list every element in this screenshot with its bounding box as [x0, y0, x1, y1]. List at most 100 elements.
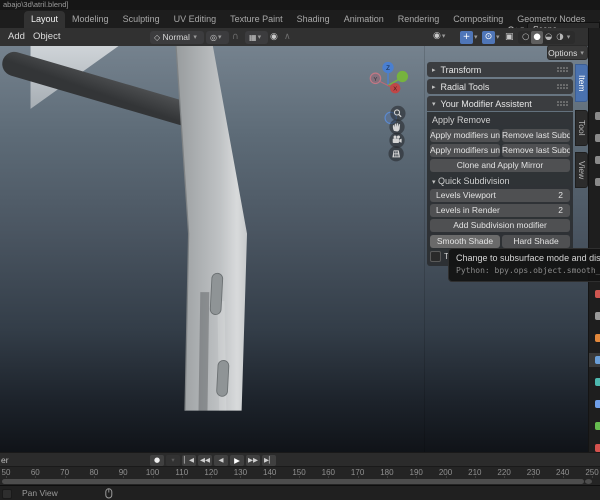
tool-tab-icon[interactable]: [595, 112, 600, 120]
remove-last-subdiv-button-2[interactable]: Remove last Subdiv...: [502, 144, 570, 157]
particles-tab-icon[interactable]: [595, 378, 600, 386]
xray-toggle-icon[interactable]: ▣: [505, 32, 514, 42]
physics-tab-icon[interactable]: [595, 400, 600, 408]
panel-transform[interactable]: ▸ Transform: [427, 62, 573, 77]
object-visibility-dropdown[interactable]: ◉ ▾: [433, 31, 448, 41]
topbar: Layout Modeling Sculpting UV Editing Tex…: [0, 10, 600, 36]
workspace-tab-shading[interactable]: Shading: [290, 11, 337, 28]
proportional-edit-icon[interactable]: ◉: [270, 32, 278, 42]
add-subdivision-modifier-button[interactable]: Add Subdivision modifier: [430, 219, 570, 232]
timeline-scroll-row: [0, 478, 600, 485]
panel-grip-icon[interactable]: [557, 67, 568, 72]
panel-radial-tools[interactable]: ▸ Radial Tools: [427, 79, 573, 94]
shading-rendered-icon[interactable]: ◑: [554, 31, 565, 44]
region-divider: [424, 46, 425, 452]
axis-y-pos-ball[interactable]: [396, 70, 409, 83]
sidebar-tab-view[interactable]: View: [575, 152, 588, 188]
clone-apply-mirror-button[interactable]: Clone and Apply Mirror: [430, 159, 570, 172]
render-tab-icon[interactable]: [595, 134, 600, 142]
view-layer-tab-icon[interactable]: [595, 178, 600, 186]
editor-corner-icon: [2, 489, 12, 499]
viewport-header: Add Object ◇ Normal ▾ ◎ ▾ ∩ ▦ ▾ ◉ ∧ ◉ ▾ + ▾ …: [0, 28, 600, 47]
zoom-button[interactable]: [390, 105, 406, 122]
timeline-header: er ● ▾ ▏◀ ◀◀ ◀ ▶ ▶▶ ▶▏ 1 Start1 End250: [0, 452, 600, 467]
shading-material-icon[interactable]: ◒: [543, 31, 554, 44]
add-menu[interactable]: Add: [8, 28, 25, 46]
scene-tab-icon[interactable]: [595, 290, 600, 298]
jump-to-end-button[interactable]: ▶▏: [262, 454, 276, 466]
record-button[interactable]: ●: [150, 454, 164, 466]
panel-grip-icon[interactable]: [557, 84, 568, 89]
magnet-snap-icon[interactable]: ∩: [232, 32, 239, 42]
chevron-down-icon: ▾: [193, 33, 197, 41]
scrollbar-end-knob[interactable]: [585, 479, 592, 484]
workspace-tab-layout[interactable]: Layout: [24, 11, 66, 28]
shading-solid-icon[interactable]: ●: [531, 30, 543, 44]
panel-modifier-assistent[interactable]: ▾ Your Modifier Assistent: [427, 96, 573, 111]
panel-grip-icon[interactable]: [557, 101, 568, 106]
toggle-checkbox[interactable]: [430, 251, 441, 262]
sidebar-tab-tool[interactable]: Tool: [575, 110, 588, 146]
object-data-tab-icon[interactable]: [595, 422, 600, 430]
visibility-icon: ◉: [433, 31, 441, 41]
options-button[interactable]: Options ▾: [547, 45, 588, 60]
camera-icon: [396, 135, 400, 139]
expanded-arrow-icon: ▾: [432, 99, 436, 108]
horizontal-scrollbar[interactable]: [2, 479, 584, 484]
apply-remove-section-label: Apply Remove: [432, 115, 491, 125]
mouse-icon: [105, 488, 113, 499]
smooth-shade-button[interactable]: Smooth Shade: [430, 235, 500, 248]
camera-icon: [393, 135, 397, 139]
jump-to-start-button[interactable]: ▏◀: [182, 454, 196, 466]
status-bar: Pan View: [0, 485, 600, 500]
next-keyframe-button[interactable]: ▶▶: [246, 454, 260, 466]
shading-mode-switch: ○ ● ◒ ◑ ▾: [518, 30, 576, 44]
collapsed-arrow-icon: ▸: [432, 82, 436, 91]
apply-modifiers-button[interactable]: Apply modifiers unti...: [430, 129, 500, 142]
workspace-tab-animation[interactable]: Animation: [337, 11, 391, 28]
levels-viewport-value: 2: [558, 190, 563, 200]
quick-subdivision-section[interactable]: ▾ Quick Subdivision: [432, 176, 510, 186]
apply-modifiers-button-2[interactable]: Apply modifiers unti...: [430, 144, 500, 157]
play-reverse-button[interactable]: ◀: [214, 454, 228, 466]
workspace-tab-rendering[interactable]: Rendering: [391, 11, 447, 28]
overlays-toggle[interactable]: ⊙ ▾: [482, 30, 503, 44]
modifiers-tab-icon[interactable]: [595, 356, 600, 364]
levels-render-slider[interactable]: Levels in Render 2: [430, 204, 570, 217]
material-tab-icon[interactable]: [595, 444, 600, 452]
tooltip: Change to subsurface mode and display th…: [448, 248, 600, 282]
object-menu[interactable]: Object: [33, 28, 60, 46]
orientation-dropdown[interactable]: ◇ Normal ▾: [150, 30, 204, 44]
prev-keyframe-button[interactable]: ◀◀: [198, 454, 212, 466]
output-tab-icon[interactable]: [595, 156, 600, 164]
levels-viewport-slider[interactable]: Levels Viewport 2: [430, 189, 570, 202]
snap-target-icon: ◎: [210, 32, 217, 42]
collapsed-arrow-icon: ▸: [432, 65, 436, 74]
workspace-tab-modeling[interactable]: Modeling: [65, 11, 116, 28]
sidebar-tab-item[interactable]: Item: [575, 64, 588, 102]
snap-options-icon: ▦: [249, 32, 257, 42]
workspace-tab-texture-paint[interactable]: Texture Paint: [223, 11, 290, 28]
axis-z-label: Z: [386, 65, 390, 72]
gizmos-toggle[interactable]: + ▾: [460, 30, 481, 44]
object-tab-icon[interactable]: [595, 334, 600, 342]
workspace-tab-compositing[interactable]: Compositing: [446, 11, 510, 28]
world-tab-icon[interactable]: [595, 312, 600, 320]
workspace-tab-sculpting[interactable]: Sculpting: [116, 11, 167, 28]
play-button[interactable]: ▶: [230, 454, 244, 466]
orientation-icon: ◇: [154, 32, 161, 42]
tooltip-python-hint: Python: bpy.ops.object.smooth_shade(): [456, 266, 600, 275]
falloff-icon[interactable]: ∧: [284, 32, 291, 42]
blender-window: abajo\3d\atril.blend] Layout Modeling Sc…: [0, 0, 600, 500]
remove-last-subdiv-button[interactable]: Remove last Subdiv...: [502, 129, 570, 142]
hard-shade-button[interactable]: Hard Shade: [502, 235, 570, 248]
shading-wireframe-icon[interactable]: ○: [520, 31, 531, 44]
snap-options-dropdown[interactable]: ▦ ▾: [245, 30, 269, 44]
marker-menu-partial[interactable]: er: [1, 455, 9, 465]
axis-x-label: X: [393, 87, 397, 93]
workspace-tab-uv-editing[interactable]: UV Editing: [167, 11, 224, 28]
snap-target-dropdown[interactable]: ◎ ▾: [206, 30, 229, 44]
camera-icon: [392, 138, 399, 144]
expanded-arrow-icon: ▾: [432, 178, 436, 186]
keying-set-dropdown[interactable]: ▾: [166, 454, 180, 466]
